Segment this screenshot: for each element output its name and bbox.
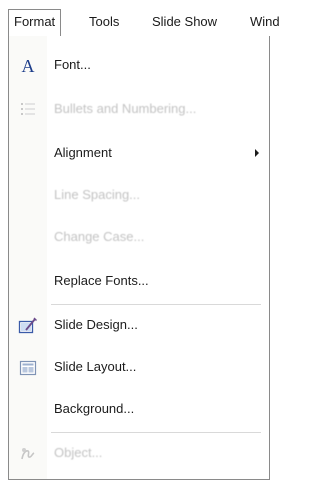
bullets-icon xyxy=(17,99,39,121)
menu-item-label: Bullets and Numbering... xyxy=(54,101,197,116)
font-a-icon: A xyxy=(21,55,35,76)
slide-layout-icon xyxy=(17,357,39,379)
menu-item-slide-design[interactable]: Slide Design... xyxy=(9,308,269,344)
menu-item-replace-fonts[interactable]: Replace Fonts... xyxy=(9,264,269,300)
menu-bar: Format Tools Slide Show Wind xyxy=(0,0,282,36)
menu-item-label: Change Case... xyxy=(54,229,145,244)
menu-item-label: Slide Design... xyxy=(54,317,138,332)
menu-item-object: Object... xyxy=(9,436,269,472)
menu-item-background[interactable]: Background... xyxy=(9,392,269,428)
menu-item-change-case: Change Case... xyxy=(9,220,269,256)
menu-item-line-spacing: Line Spacing... xyxy=(9,178,269,214)
menu-separator xyxy=(51,304,261,305)
menu-item-font[interactable]: A Font... xyxy=(9,48,269,84)
menu-item-bullets-and-numbering: Bullets and Numbering... xyxy=(9,92,269,128)
menu-item-label: Background... xyxy=(54,401,135,416)
menu-item-label: Font... xyxy=(54,57,91,72)
menu-item-label: Replace Fonts... xyxy=(54,273,149,288)
menu-format[interactable]: Format xyxy=(8,9,62,36)
menu-item-label: Alignment xyxy=(54,145,112,160)
menu-separator xyxy=(51,432,261,433)
menu-item-label: Slide Layout... xyxy=(54,359,137,374)
menu-tools[interactable]: Tools xyxy=(89,14,119,30)
menu-slide-show[interactable]: Slide Show xyxy=(152,14,217,30)
menu-item-label: Object... xyxy=(54,445,103,460)
menu-window[interactable]: Wind xyxy=(250,14,280,30)
menu-item-label: Line Spacing... xyxy=(54,187,141,202)
format-menu-dropdown: A Font... Bullets and Numbering... Align… xyxy=(8,36,270,480)
menu-item-alignment[interactable]: Alignment xyxy=(9,136,269,172)
screen: Format Tools Slide Show Wind A Font... B… xyxy=(0,0,282,482)
slide-design-icon xyxy=(17,315,39,337)
menu-item-slide-layout[interactable]: Slide Layout... xyxy=(9,350,269,386)
submenu-arrow-icon xyxy=(255,149,259,157)
object-icon xyxy=(17,443,39,465)
